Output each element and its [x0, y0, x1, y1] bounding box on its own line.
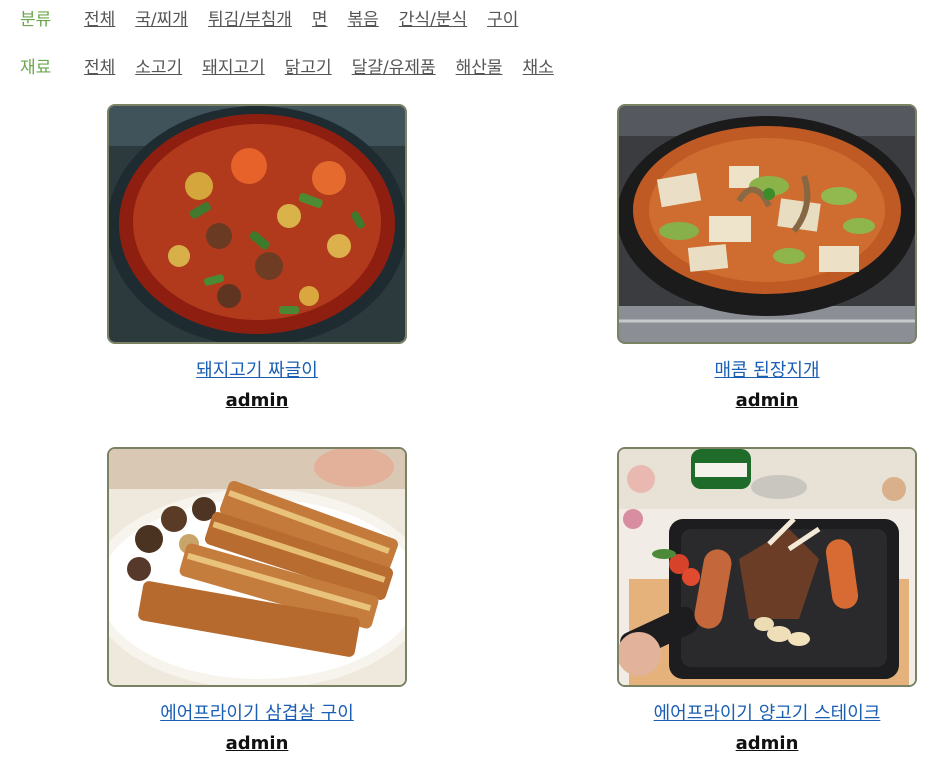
- ingredient-filter-links: 전체 소고기 돼지고기 닭고기 달걀/유제품 해산물 채소: [84, 53, 574, 78]
- air-fryer-lamb-steak-photo: [619, 449, 915, 685]
- recipe-card: 에어프라이기 삼겹살 구이 admin: [107, 447, 407, 754]
- ingredient-filter-label: 재료: [20, 57, 52, 78]
- category-filter-grill[interactable]: 구이: [487, 5, 518, 30]
- category-filter-stir-fry[interactable]: 볶음: [348, 5, 379, 30]
- category-filter-label: 분류: [20, 9, 52, 30]
- ingredient-filter-seafood[interactable]: 해산물: [456, 53, 503, 78]
- recipe-card: 에어프라이기 양고기 스테이크 admin: [617, 447, 917, 754]
- recipe-title-link[interactable]: 매콤 된장지개: [617, 356, 917, 382]
- recipe-author-link[interactable]: admin: [617, 733, 917, 754]
- category-filter-noodle[interactable]: 면: [312, 5, 328, 30]
- ingredient-filter-chicken[interactable]: 닭고기: [285, 53, 332, 78]
- recipe-title-link[interactable]: 돼지고기 짜글이: [107, 356, 407, 382]
- recipe-card: 매콤 된장지개 admin: [617, 104, 917, 411]
- ingredient-filter-pork[interactable]: 돼지고기: [202, 53, 265, 78]
- recipe-thumbnail-lamb-steak[interactable]: [617, 447, 917, 687]
- ingredient-filter-vegetable[interactable]: 채소: [523, 53, 554, 78]
- category-filter-soup-stew[interactable]: 국/찌개: [135, 5, 188, 30]
- category-filter-fried-pancake[interactable]: 튀김/부침개: [208, 5, 292, 30]
- spicy-doenjang-stew-photo: [619, 106, 915, 342]
- recipe-title-link[interactable]: 에어프라이기 양고기 스테이크: [617, 699, 917, 725]
- recipe-title-link[interactable]: 에어프라이기 삼겹살 구이: [107, 699, 407, 725]
- recipe-thumbnail-pork-jjageuli[interactable]: [107, 104, 407, 344]
- ingredient-filter-all[interactable]: 전체: [84, 53, 115, 78]
- recipe-thumbnail-pork-belly[interactable]: [107, 447, 407, 687]
- category-filter-links: 전체 국/찌개 튀김/부침개 면 볶음 간식/분식 구이: [84, 5, 538, 30]
- category-filter-snack[interactable]: 간식/분식: [399, 5, 467, 30]
- recipe-author-link[interactable]: admin: [617, 390, 917, 411]
- air-fryer-pork-belly-photo: [109, 449, 405, 685]
- recipe-author-link[interactable]: admin: [107, 733, 407, 754]
- ingredient-filter-egg-dairy[interactable]: 달걀/유제품: [352, 53, 436, 78]
- recipe-author-link[interactable]: admin: [107, 390, 407, 411]
- ingredient-filter-beef[interactable]: 소고기: [135, 53, 182, 78]
- pork-jjageuli-photo: [109, 106, 405, 342]
- category-filter-all[interactable]: 전체: [84, 5, 115, 30]
- recipe-thumbnail-doenjang-stew[interactable]: [617, 104, 917, 344]
- recipe-card: 돼지고기 짜글이 admin: [107, 104, 407, 411]
